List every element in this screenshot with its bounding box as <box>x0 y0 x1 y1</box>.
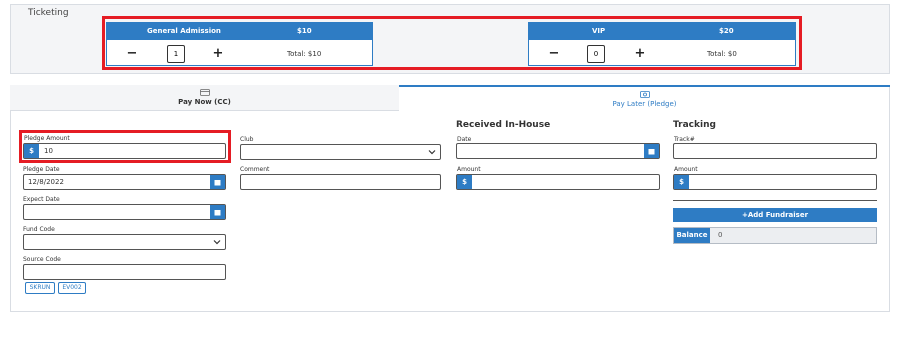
received-in-house-heading: Received In-House <box>456 120 551 130</box>
club-select[interactable] <box>240 144 441 160</box>
pledge-date-label: Pledge Date <box>23 166 60 173</box>
dollar-icon: $ <box>24 144 39 158</box>
received-date-label: Date <box>457 136 472 143</box>
expect-date-field[interactable] <box>23 204 226 220</box>
pledge-date-field[interactable]: 12/8/2022 <box>23 174 226 190</box>
comment-label: Comment <box>240 166 270 173</box>
ticket-total: Total: $0 <box>707 50 737 58</box>
source-code-label: Source Code <box>23 256 61 263</box>
chevron-down-icon <box>213 240 221 245</box>
ticket-price: $10 <box>297 27 312 35</box>
pledge-amount-field[interactable]: $ 10 <box>23 143 226 159</box>
comment-field[interactable] <box>240 174 441 190</box>
chevron-down-icon <box>428 150 436 155</box>
ticket-header: VIP $20 <box>529 23 795 40</box>
ticket-card-general-admission: General Admission $10 − 1 + Total: $10 <box>106 22 373 66</box>
quantity-field[interactable]: 0 <box>587 45 605 63</box>
tracking-heading: Tracking <box>673 120 716 130</box>
source-code-chip-ev002[interactable]: EV002 <box>58 282 86 294</box>
ticketing-title: Ticketing <box>28 8 69 18</box>
balance-label: Balance <box>674 228 710 243</box>
tracking-amount-label: Amount <box>674 166 698 173</box>
club-label: Club <box>240 136 254 143</box>
received-amount-field[interactable]: $ <box>456 174 660 190</box>
source-code-field[interactable] <box>23 264 226 280</box>
track-number-field[interactable] <box>673 143 877 159</box>
ticket-total: Total: $10 <box>287 50 322 58</box>
tab-label: Pay Now (CC) <box>178 98 231 106</box>
balance-value: 0 <box>718 231 723 239</box>
tracking-divider <box>673 200 877 201</box>
credit-card-icon <box>199 89 210 96</box>
fund-code-select[interactable] <box>23 234 226 250</box>
ticket-name: General Admission <box>147 27 221 35</box>
pledge-amount-label: Pledge Amount <box>24 135 70 142</box>
calendar-icon[interactable] <box>644 144 659 158</box>
pledge-amount-value: 10 <box>44 147 53 155</box>
add-fundraiser-button[interactable]: +Add Fundraiser <box>673 208 877 222</box>
decrease-quantity-button[interactable]: − <box>125 47 139 61</box>
quantity-field[interactable]: 1 <box>167 45 185 63</box>
source-code-chip-skrun[interactable]: SKRUN <box>25 282 55 294</box>
ticket-card-vip: VIP $20 − 0 + Total: $0 <box>528 22 796 66</box>
ticket-name: VIP <box>592 27 606 35</box>
decrease-quantity-button[interactable]: − <box>547 47 561 61</box>
balance-field: Balance 0 <box>673 227 877 244</box>
increase-quantity-button[interactable]: + <box>211 47 225 61</box>
tab-pay-now[interactable]: Pay Now (CC) <box>10 85 399 111</box>
tab-label: Pay Later (Pledge) <box>612 100 677 108</box>
dollar-icon: $ <box>674 175 689 189</box>
money-icon <box>639 91 650 98</box>
tab-pay-later[interactable]: Pay Later (Pledge) <box>399 85 890 111</box>
received-amount-label: Amount <box>457 166 481 173</box>
pledge-date-value: 12/8/2022 <box>28 178 64 186</box>
increase-quantity-button[interactable]: + <box>633 47 647 61</box>
received-date-field[interactable] <box>456 143 660 159</box>
ticket-header: General Admission $10 <box>107 23 372 40</box>
track-number-label: Track# <box>674 136 695 143</box>
dollar-icon: $ <box>457 175 472 189</box>
fund-code-label: Fund Code <box>23 226 55 233</box>
expect-date-label: Expect Date <box>23 196 60 203</box>
ticket-price: $20 <box>719 27 734 35</box>
tracking-amount-field[interactable]: $ <box>673 174 877 190</box>
calendar-icon[interactable] <box>210 175 225 189</box>
calendar-icon[interactable] <box>210 205 225 219</box>
